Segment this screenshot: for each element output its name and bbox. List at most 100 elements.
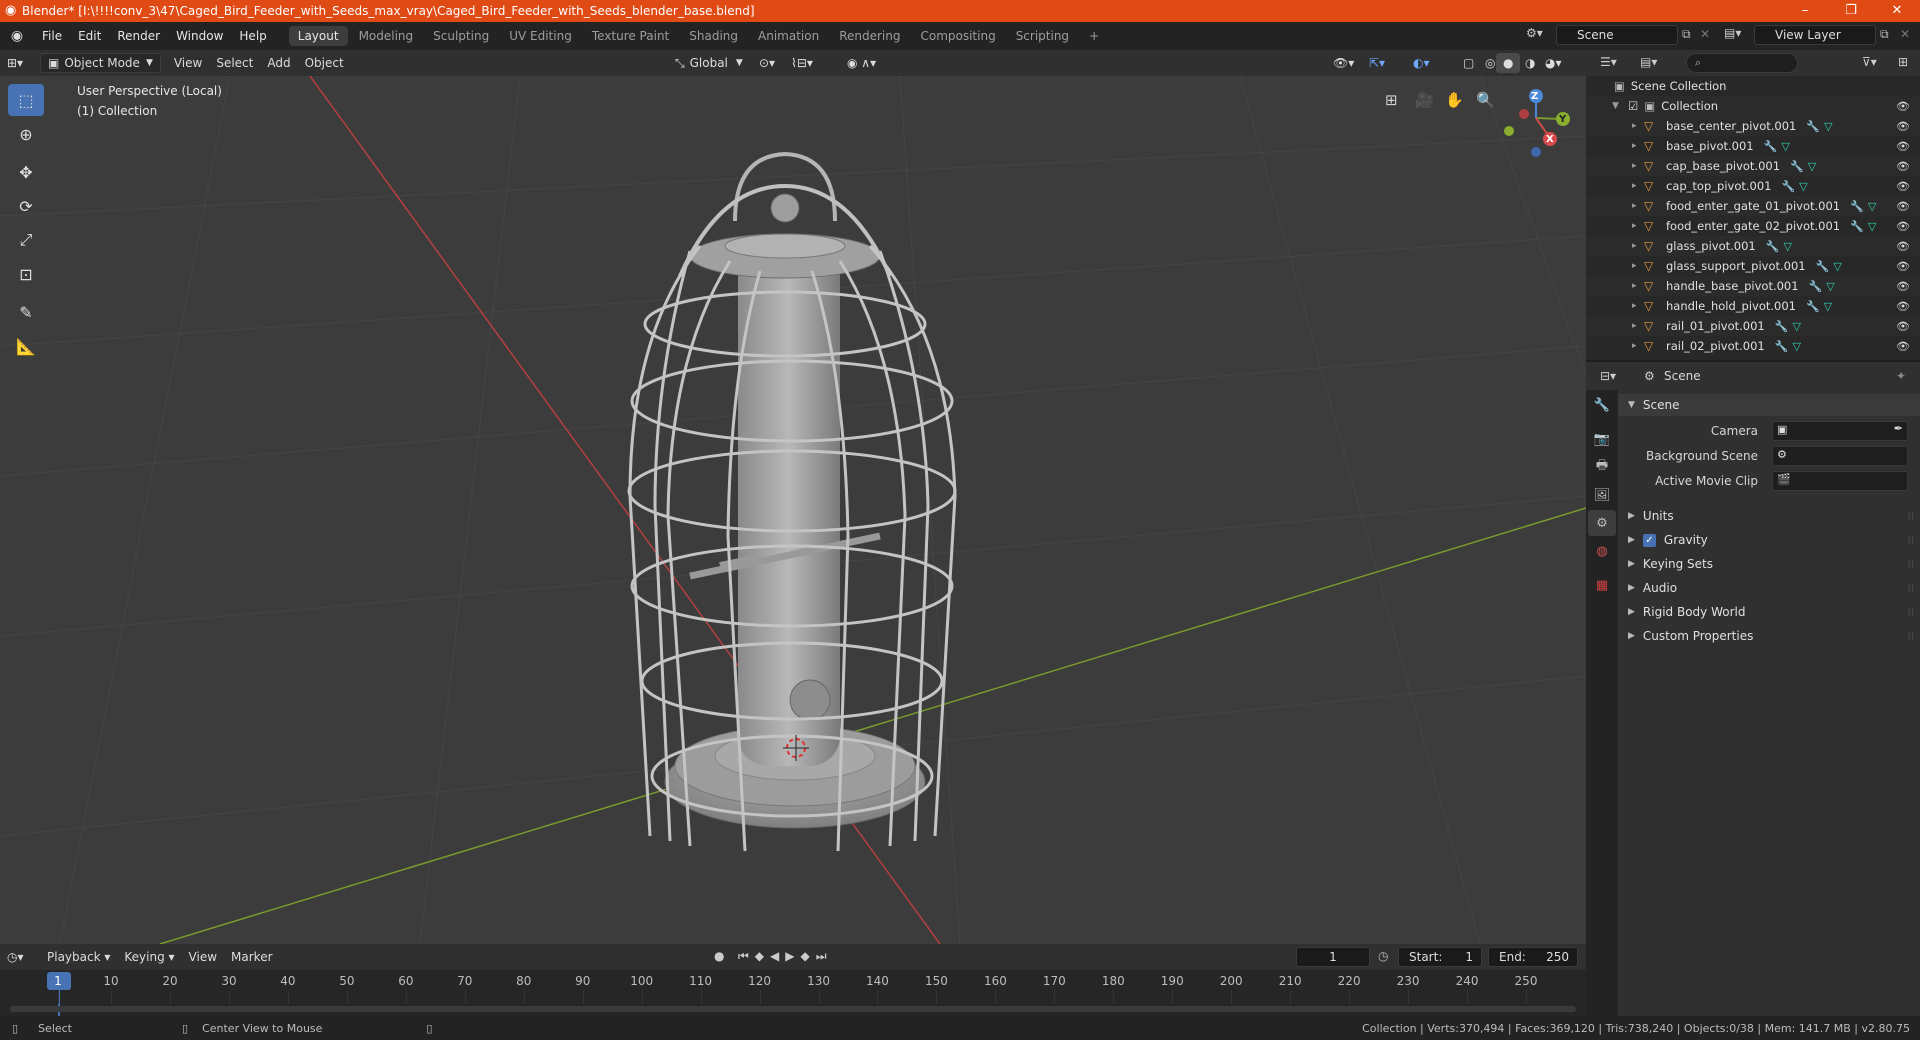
start-frame-field[interactable]: Start: 1: [1398, 947, 1482, 967]
menu-help[interactable]: Help: [231, 29, 274, 43]
outliner-row-object[interactable]: ▸ ▽ handle_hold_pivot.001 🔧 ▽ 👁: [1586, 296, 1920, 316]
mesh-data-icon[interactable]: ▽: [1792, 340, 1800, 353]
annotate-tool-icon[interactable]: ✎: [8, 296, 44, 328]
visibility-icon[interactable]: 👁▾: [1326, 53, 1361, 73]
record-icon[interactable]: ●: [714, 949, 724, 963]
subpanel-custom-properties[interactable]: ▶ Custom Properties ⁞⁞: [1618, 625, 1920, 647]
transform-orientation-dropdown[interactable]: ⤡ Global ▼: [668, 53, 750, 73]
properties-editor-type-icon[interactable]: ⊟▾: [1600, 369, 1616, 383]
menu-object[interactable]: Object: [298, 53, 351, 73]
modifier-icons[interactable]: 🔧 ▽: [1766, 240, 1792, 253]
modifier-icons[interactable]: 🔧 ▽: [1775, 320, 1801, 333]
drag-handle-icon[interactable]: ⁞⁞: [1908, 607, 1914, 618]
clock-icon[interactable]: ◷: [1378, 949, 1388, 963]
tab-animation[interactable]: Animation: [749, 26, 828, 46]
scene-panel-header[interactable]: ▼ Scene: [1618, 394, 1920, 416]
gravity-checkbox[interactable]: ✓: [1642, 533, 1656, 547]
tab-texture-paint[interactable]: Texture Paint: [583, 26, 678, 46]
view-layer-field[interactable]: View Layer: [1754, 25, 1876, 45]
mesh-data-icon[interactable]: ▽: [1833, 260, 1841, 273]
outliner-row-object[interactable]: ▸ ▽ glass_pivot.001 🔧 ▽ 👁: [1586, 236, 1920, 256]
outliner-row-object[interactable]: ▸ ▽ cap_base_pivot.001 🔧 ▽ 👁: [1586, 156, 1920, 176]
mesh-data-icon[interactable]: ▽: [1824, 120, 1832, 133]
drag-handle-icon[interactable]: ⁞⁞: [1908, 631, 1914, 642]
outliner-row-object[interactable]: ▸ ▽ food_enter_gate_01_pivot.001 🔧 ▽ 👁: [1586, 196, 1920, 216]
expand-triangle-icon[interactable]: ▼: [1612, 101, 1624, 111]
tab-tool-icon[interactable]: 🔧: [1588, 392, 1616, 418]
menu-add[interactable]: Add: [260, 53, 297, 73]
tab-view-layer-icon[interactable]: 🖼: [1588, 482, 1616, 508]
eye-icon[interactable]: 👁: [1896, 120, 1910, 133]
rotate-tool-icon[interactable]: ⟳: [8, 190, 44, 222]
wrench-icon[interactable]: 🔧: [1816, 260, 1830, 273]
mesh-data-icon[interactable]: ▽: [1808, 160, 1816, 173]
outliner-row-object[interactable]: ▸ ▽ handle_base_pivot.001 🔧 ▽ 👁: [1586, 276, 1920, 296]
maximize-button[interactable]: ❐: [1828, 0, 1874, 22]
wrench-icon[interactable]: 🔧: [1764, 140, 1778, 153]
outliner-search-input[interactable]: ⌕: [1686, 53, 1798, 73]
subpanel-audio[interactable]: ▶ Audio ⁞⁞: [1618, 577, 1920, 599]
mesh-data-icon[interactable]: ▽: [1783, 240, 1791, 253]
tab-shading[interactable]: Shading: [680, 26, 747, 46]
select-box-tool-icon[interactable]: ⬚: [8, 84, 44, 116]
playback-controls[interactable]: ⏮◆◀▶◆⏭: [738, 949, 833, 964]
outliner-editor-type-icon[interactable]: ☰▾: [1600, 55, 1617, 69]
wrench-icon[interactable]: 🔧: [1850, 220, 1864, 233]
expand-triangle-icon[interactable]: ▸: [1632, 321, 1644, 331]
eye-icon[interactable]: 👁: [1896, 260, 1910, 273]
scene-selector-icon[interactable]: ⚙▾: [1526, 26, 1543, 40]
eye-icon[interactable]: 👁: [1896, 340, 1910, 353]
outliner-row-object[interactable]: ▸ ▽ rail_01_pivot.001 🔧 ▽ 👁: [1586, 316, 1920, 336]
modifier-icons[interactable]: 🔧 ▽: [1850, 220, 1876, 233]
pivot-point-icon[interactable]: ⊙▾: [752, 53, 782, 73]
expand-triangle-icon[interactable]: ▸: [1632, 181, 1644, 191]
subpanel-rigid-body-world[interactable]: ▶ Rigid Body World ⁞⁞: [1618, 601, 1920, 623]
tab-output-icon[interactable]: 🖶: [1588, 454, 1616, 480]
tab-compositing[interactable]: Compositing: [911, 26, 1004, 46]
eye-icon[interactable]: 👁: [1896, 160, 1910, 173]
wrench-icon[interactable]: 🔧: [1781, 180, 1795, 193]
modifier-icons[interactable]: 🔧 ▽: [1816, 260, 1842, 273]
minimize-button[interactable]: –: [1782, 0, 1828, 22]
menu-view[interactable]: View: [167, 53, 209, 73]
tab-texture-icon[interactable]: ▦: [1588, 572, 1616, 598]
object-mode-dropdown[interactable]: ▣ Object Mode ▼: [40, 53, 161, 73]
tab-render-icon[interactable]: 📷: [1588, 426, 1616, 452]
expand-triangle-icon[interactable]: ▸: [1632, 261, 1644, 271]
menu-edit[interactable]: Edit: [70, 29, 109, 43]
eye-icon[interactable]: 👁: [1896, 180, 1910, 193]
eye-icon[interactable]: 👁: [1896, 100, 1910, 113]
camera-field[interactable]: ▣ ✒: [1772, 421, 1908, 441]
expand-triangle-icon[interactable]: ▸: [1632, 201, 1644, 211]
mesh-data-icon[interactable]: ▽: [1792, 320, 1800, 333]
gizmo-toggle-icon[interactable]: ⇱▾: [1362, 53, 1392, 73]
eye-icon[interactable]: 👁: [1896, 300, 1910, 313]
proportional-edit-icon[interactable]: ◉ ∧▾: [840, 53, 883, 73]
outliner-row-scene-collection[interactable]: ▣ Scene Collection: [1586, 76, 1920, 96]
checkbox-icon[interactable]: ☑: [1628, 99, 1638, 113]
drag-handle-icon[interactable]: ⁞⁞: [1908, 559, 1914, 570]
eye-icon[interactable]: 👁: [1896, 280, 1910, 293]
drag-handle-icon[interactable]: ⁞⁞: [1908, 511, 1914, 522]
view-layer-selector-icon[interactable]: ▤▾: [1724, 26, 1741, 40]
outliner-row-collection[interactable]: ▼ ☑ ▣ Collection 👁: [1586, 96, 1920, 116]
modifier-icons[interactable]: 🔧 ▽: [1775, 340, 1801, 353]
wrench-icon[interactable]: 🔧: [1766, 240, 1780, 253]
eye-icon[interactable]: 👁: [1896, 320, 1910, 333]
modifier-icons[interactable]: 🔧 ▽: [1806, 120, 1832, 133]
modifier-icons[interactable]: 🔧 ▽: [1790, 160, 1816, 173]
expand-triangle-icon[interactable]: ▸: [1632, 341, 1644, 351]
tab-sculpting[interactable]: Sculpting: [424, 26, 498, 46]
shading-solid-icon[interactable]: ●: [1496, 53, 1521, 73]
filter-icon[interactable]: ⊽▾: [1862, 55, 1877, 69]
display-mode-icon[interactable]: ▤▾: [1640, 55, 1657, 69]
cursor-tool-icon[interactable]: ⊕: [8, 118, 44, 150]
close-button[interactable]: ✕: [1874, 0, 1920, 22]
mesh-data-icon[interactable]: ▽: [1826, 280, 1834, 293]
mesh-data-icon[interactable]: ▽: [1781, 140, 1789, 153]
new-view-layer-icon[interactable]: ⧉: [1880, 27, 1889, 42]
modifier-icons[interactable]: 🔧 ▽: [1850, 200, 1876, 213]
modifier-icons[interactable]: 🔧 ▽: [1781, 180, 1807, 193]
expand-triangle-icon[interactable]: ▸: [1632, 281, 1644, 291]
expand-triangle-icon[interactable]: ▸: [1632, 241, 1644, 251]
